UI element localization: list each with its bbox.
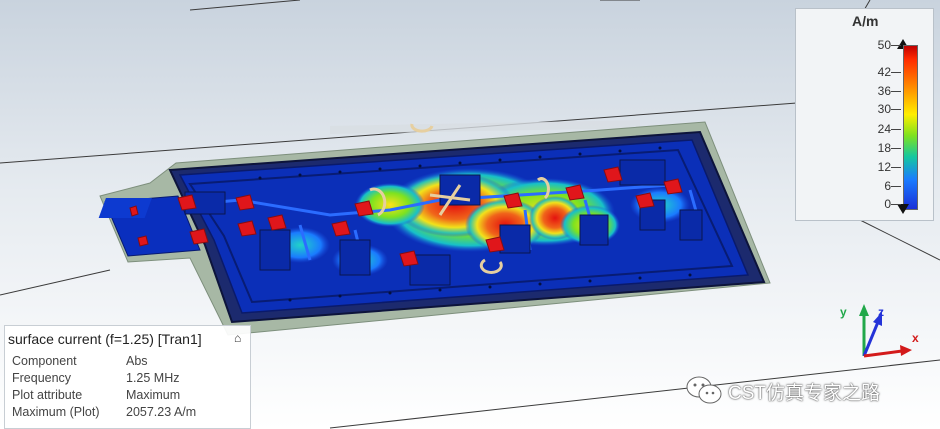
legend-tick: 0 — [884, 197, 891, 211]
legend-min-arrow-icon[interactable] — [897, 204, 909, 214]
x-axis-head — [900, 345, 912, 356]
legend-tick-mark — [891, 91, 901, 92]
legend-tick-mark — [891, 167, 901, 168]
collapse-chevron-icon[interactable]: ⌂ — [234, 331, 241, 345]
legend-tick: 24 — [877, 122, 891, 136]
legend-tick: 12 — [877, 160, 891, 174]
legend-tick-mark — [891, 109, 901, 110]
info-value: Maximum — [126, 388, 181, 402]
info-key: Plot attribute — [12, 388, 83, 402]
info-row-maximum: Maximum (Plot) 2057.23 A/m — [12, 405, 248, 422]
legend-tick-mark — [891, 45, 901, 46]
legend-tick-mark — [891, 186, 901, 187]
info-key: Maximum (Plot) — [12, 405, 100, 419]
y-axis-label: y — [840, 305, 847, 319]
legend-unit-label: A/m — [852, 13, 879, 29]
3d-viewport[interactable]: A/m 50 42 36 30 24 18 12 6 0 surface cur… — [0, 0, 940, 429]
info-row-component: Component Abs — [12, 354, 248, 371]
info-row-frequency: Frequency 1.25 MHz — [12, 371, 248, 388]
legend-tick-mark — [891, 72, 901, 73]
info-key: Frequency — [12, 371, 72, 385]
color-legend: A/m 50 42 36 30 24 18 12 6 0 — [795, 8, 934, 221]
y-axis-head — [859, 304, 869, 316]
plot-info-panel: surface current (f=1.25) [Tran1] ⌂ Compo… — [4, 325, 251, 429]
info-value: Abs — [126, 354, 148, 368]
watermark-text: CST仿真专家之路 — [728, 383, 881, 404]
watermark: CST仿真专家之路 — [684, 374, 880, 408]
z-axis-arrow — [862, 321, 880, 357]
axis-triad[interactable]: y z x — [830, 298, 925, 368]
info-value: 2057.23 A/m — [126, 405, 197, 419]
info-value: 1.25 MHz — [126, 371, 180, 385]
legend-tick: 36 — [877, 84, 891, 98]
legend-tick-mark — [891, 204, 901, 205]
legend-color-bar — [903, 45, 918, 210]
legend-tick: 50 — [877, 38, 891, 52]
legend-tick: 18 — [877, 141, 891, 155]
x-axis-label: x — [912, 331, 919, 345]
wechat-icon — [686, 376, 722, 404]
info-key: Component — [12, 354, 77, 368]
info-row-plot-attribute: Plot attribute Maximum — [12, 388, 248, 405]
input-port-pad — [98, 198, 152, 218]
legend-tick-mark — [891, 148, 901, 149]
x-axis-arrow — [863, 349, 903, 358]
legend-tick: 42 — [877, 65, 891, 79]
legend-tick: 6 — [884, 179, 891, 193]
legend-tick-mark — [891, 129, 901, 130]
plot-info-title: surface current (f=1.25) [Tran1] — [8, 331, 202, 347]
z-axis-label: z — [878, 305, 884, 319]
legend-tick: 30 — [877, 102, 891, 116]
